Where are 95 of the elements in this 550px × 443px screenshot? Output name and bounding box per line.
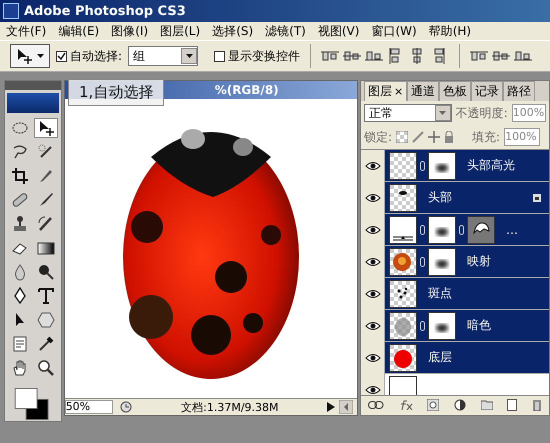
menu-item[interactable]: 图像(I) [105, 22, 154, 40]
panel-tab[interactable]: 通道 [407, 81, 440, 101]
layer-name: 斑点 [428, 285, 453, 302]
layer-name: 映射 [467, 253, 492, 270]
eye-icon[interactable] [364, 320, 380, 330]
zoom-icon [36, 359, 55, 378]
layer-thumbnail [389, 216, 417, 244]
burn-icon [36, 263, 55, 282]
trash-icon[interactable] [532, 399, 542, 411]
layer-name: 底层 [428, 349, 453, 366]
adjustment-icon[interactable] [454, 399, 466, 411]
layer-row[interactable]: 斑点 [385, 278, 549, 309]
blend-mode-dropdown[interactable]: 正常 [364, 104, 452, 122]
hexagon-icon [36, 311, 55, 330]
close-icon[interactable]: × [394, 85, 404, 98]
panel-tab[interactable]: 色板 [439, 81, 472, 101]
link-icon [459, 224, 464, 234]
layer-thumbnail [389, 312, 417, 340]
layer-name: 暗色 [467, 317, 492, 334]
new-layer-icon[interactable] [507, 399, 518, 411]
eye-icon[interactable] [364, 256, 380, 266]
panel-tab[interactable]: 路径 [503, 81, 536, 101]
menu-item[interactable]: 选择(S) [206, 22, 260, 40]
layer-row[interactable]: 头部 [385, 182, 549, 213]
mask-icon[interactable] [427, 399, 440, 411]
crop-icon [10, 167, 29, 186]
eye-icon[interactable] [364, 352, 380, 362]
app-icon [3, 3, 19, 19]
caret-icon [37, 54, 44, 58]
layer-name: 头部 [428, 189, 453, 206]
layer-name: … [506, 222, 519, 236]
lock-icon[interactable] [444, 131, 454, 143]
layer-thumbnail [389, 280, 417, 308]
document-size: 文档:1.37M/9.38M [180, 400, 280, 414]
eye-icon[interactable] [364, 288, 380, 298]
window-title: Adobe Photoshop CS3 [24, 4, 186, 18]
checkbox[interactable] [56, 50, 67, 62]
app-logo [6, 93, 59, 114]
layer-thumbnail [389, 152, 417, 180]
link-icon [420, 256, 425, 266]
panel-tab[interactable]: 图层 × [364, 81, 408, 101]
move-icon[interactable] [428, 131, 440, 143]
checkbox[interactable] [214, 50, 226, 62]
menu-item[interactable]: 滤镜(T) [259, 22, 312, 40]
link-icon[interactable] [368, 401, 384, 409]
layer-row[interactable]: 头部高光 [385, 150, 549, 181]
note-icon [10, 335, 29, 354]
scroll-left-icon[interactable] [339, 400, 353, 414]
layer-row[interactable]: 暗色 [385, 310, 549, 341]
tool-preset-picker[interactable] [10, 44, 50, 68]
caret-icon [439, 111, 446, 115]
layer-thumbnail [389, 344, 417, 372]
fill-field[interactable]: 100% [504, 128, 540, 146]
brush-icon[interactable] [412, 131, 424, 143]
menu-item[interactable]: 图层(L) [154, 22, 206, 40]
lock-label: 锁定: [364, 128, 392, 146]
caret-icon [186, 54, 193, 58]
opacity-label: 不透明度: [456, 104, 508, 122]
menu-item[interactable]: 视图(V) [312, 22, 366, 40]
link-icon [420, 224, 425, 234]
layer-thumbnail [389, 184, 417, 212]
target-dropdown[interactable]: 组 [128, 46, 198, 66]
layer-name: 头部高光 [467, 157, 516, 174]
eye-icon[interactable] [364, 384, 380, 394]
layer-row[interactable]: 底层 [385, 342, 549, 373]
eye-icon[interactable] [364, 160, 380, 170]
fill-label: 填充: [472, 128, 500, 146]
menu-item[interactable]: 文件(F) [0, 22, 52, 40]
panel-tab[interactable]: 记录 [471, 81, 504, 101]
tool-button[interactable] [34, 118, 58, 138]
status-menu-icon[interactable] [118, 401, 133, 413]
layer-row[interactable]: … [385, 214, 549, 245]
opacity-field[interactable]: 100% [512, 104, 546, 122]
eye-icon[interactable] [364, 192, 380, 202]
link-icon [420, 160, 425, 170]
type-icon [36, 287, 55, 306]
link-icon [420, 320, 425, 330]
zoom-field[interactable]: 50% [64, 400, 113, 414]
menu-item[interactable]: 帮助(H) [422, 22, 478, 40]
history-icon [36, 215, 55, 234]
play-icon[interactable] [327, 402, 335, 412]
checkbox-label: 显示变换控件 [228, 48, 300, 64]
move-icon [15, 47, 33, 65]
tooltip: 1,自动选择 [68, 79, 164, 106]
eye-icon[interactable] [364, 224, 380, 234]
lock-transparency-icon[interactable] [396, 131, 408, 143]
toolbox-header [5, 81, 61, 90]
folder-icon[interactable] [480, 400, 493, 410]
layer-row[interactable]: 映射 [385, 246, 549, 277]
checkbox-label: 自动选择: [70, 48, 122, 64]
menu-item[interactable]: 编辑(E) [52, 22, 106, 40]
layer-thumbnail [389, 248, 417, 276]
fx-icon[interactable] [398, 400, 413, 410]
eyedropper-icon [36, 335, 55, 354]
menu-item[interactable]: 窗口(W) [365, 22, 423, 40]
